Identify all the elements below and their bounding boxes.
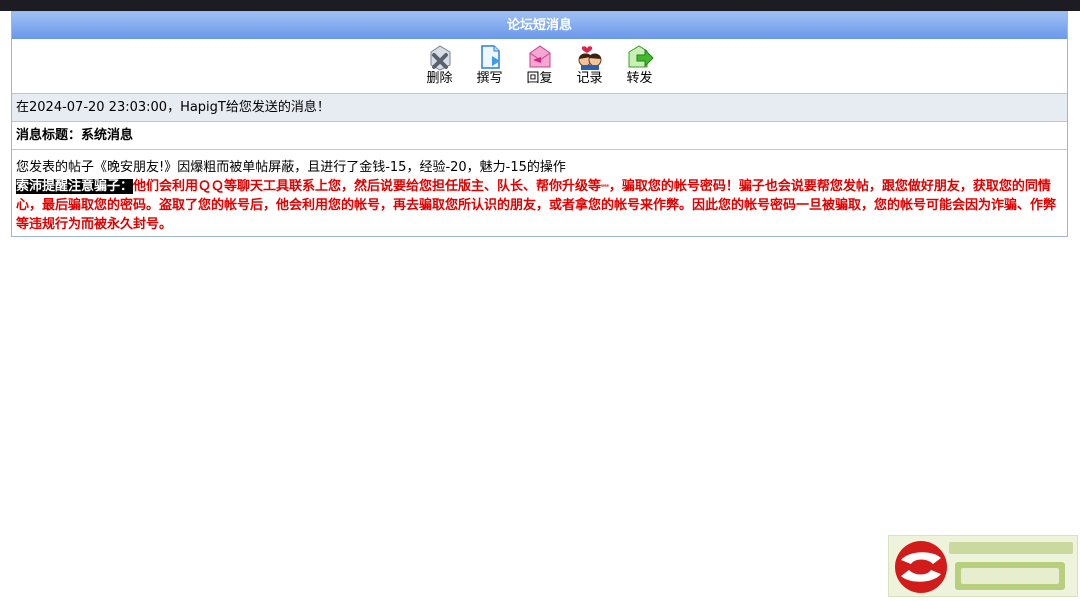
top-bar bbox=[0, 0, 1080, 11]
site-watermark-logo bbox=[888, 535, 1078, 597]
forward-icon bbox=[628, 45, 654, 68]
delete-button[interactable]: 删除 bbox=[415, 43, 465, 87]
message-panel: 论坛短消息 删除 撰写 回复 记录 转发 在2024-07-20 23:03:0… bbox=[11, 11, 1068, 237]
record-icon bbox=[578, 46, 601, 70]
warning-text: 他们会利用ＱＱ等聊天工具联系上您，然后说要给您担任版主、队长、帮你升级等┉，骗取… bbox=[16, 179, 1057, 232]
compose-label: 撰写 bbox=[476, 71, 503, 86]
watermark-graphic bbox=[895, 541, 1073, 593]
compose-button[interactable]: 撰写 bbox=[465, 43, 515, 87]
reply-button[interactable]: 回复 bbox=[515, 43, 565, 87]
message-text: 您发表的帖子《晚安朋友!》因爆粗而被单帖屏蔽，且进行了金钱-15，经验-20，魅… bbox=[16, 160, 566, 175]
subject-value: 系统消息 bbox=[81, 128, 134, 143]
forward-button[interactable]: 转发 bbox=[615, 43, 665, 87]
panel-title: 论坛短消息 bbox=[12, 12, 1067, 39]
toolbar: 删除 撰写 回复 记录 转发 bbox=[12, 39, 1067, 93]
delete-label: 删除 bbox=[426, 71, 453, 86]
forward-label: 转发 bbox=[626, 71, 653, 86]
delete-icon bbox=[430, 45, 450, 71]
sent-info: 在2024-07-20 23:03:00，HapigT给您发送的消息！ bbox=[12, 93, 1067, 122]
message-subject: 消息标题：系统消息 bbox=[12, 122, 1067, 150]
scam-warning: 索沛提醒注意骗子：他们会利用ＱＱ等聊天工具联系上您，然后说要给您担任版主、队长、… bbox=[16, 177, 1063, 234]
reply-icon bbox=[529, 45, 550, 68]
compose-icon bbox=[480, 45, 500, 69]
reply-label: 回复 bbox=[526, 71, 553, 86]
record-button[interactable]: 记录 bbox=[565, 43, 615, 87]
warning-label: 索沛提醒注意骗子： bbox=[16, 179, 134, 194]
record-label: 记录 bbox=[576, 71, 603, 86]
subject-label: 消息标题： bbox=[16, 128, 82, 143]
message-body: 您发表的帖子《晚安朋友!》因爆粗而被单帖屏蔽，且进行了金钱-15，经验-20，魅… bbox=[12, 150, 1067, 234]
